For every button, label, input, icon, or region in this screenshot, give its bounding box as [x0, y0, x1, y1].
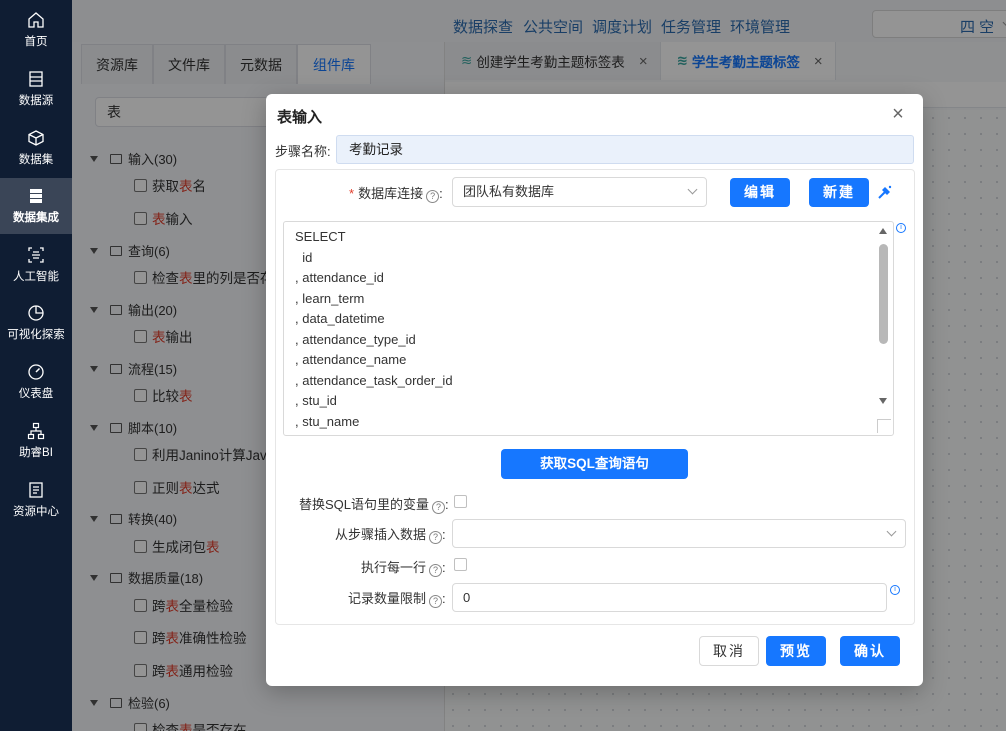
step-name-input[interactable]: 考勤记录 [336, 135, 914, 164]
scroll-thumb[interactable] [879, 244, 888, 344]
help-icon[interactable]: ? [429, 564, 443, 577]
exec-each-row-checkbox[interactable] [454, 558, 467, 571]
edit-button[interactable]: 编辑 [730, 178, 790, 207]
sql-line: , data_datetime [295, 311, 385, 326]
bi-icon [27, 422, 45, 440]
help-icon[interactable]: ? [432, 501, 446, 514]
db-conn-select[interactable]: 团队私有数据库 [452, 177, 707, 207]
left-nav: 首页 数据源 数据集 数据集成 人工智能 可视化探索 仪表盘 助睿BI 资源中心 [0, 0, 72, 731]
chevron-down-icon [886, 526, 897, 537]
nav-item-dataset[interactable]: 数据集 [0, 120, 72, 176]
sql-line: , learn_term [295, 291, 365, 306]
insert-from-step-select[interactable] [452, 519, 906, 548]
dataset-icon [28, 130, 44, 146]
help-icon[interactable]: ? [426, 190, 440, 203]
table-input-dialog: 表输入 × 步骤名称: 考勤记录 * 数据库连接?: 团队私有数据库 编辑 新建 … [266, 94, 923, 686]
nav-item-visual-explore[interactable]: 可视化探索 [0, 295, 72, 351]
nav-item-ai[interactable]: 人工智能 [0, 237, 72, 293]
nav-label: 数据集成 [13, 212, 59, 224]
scroll-down-icon[interactable] [879, 398, 887, 404]
info-icon[interactable]: i [890, 585, 900, 595]
get-sql-button[interactable]: 获取SQL查询语句 [501, 449, 688, 479]
nav-item-datasource[interactable]: 数据源 [0, 61, 72, 117]
integration-icon [30, 189, 42, 203]
dashboard-icon [28, 364, 44, 380]
sql-line: , stu_id [295, 393, 337, 408]
nav-item-resource-center[interactable]: 资源中心 [0, 472, 72, 528]
nav-item-bi[interactable]: 助睿BI [0, 413, 72, 469]
sql-line: , attendance_id [295, 270, 384, 285]
sql-editor[interactable]: SELECT id , attendance_id , learn_term ,… [283, 221, 894, 436]
nav-label: 资源中心 [13, 506, 59, 518]
sql-line: , stu_name [295, 414, 360, 429]
nav-label: 数据集 [18, 154, 54, 166]
step-name-label: 步骤名称: [275, 144, 331, 159]
replace-vars-checkbox[interactable] [454, 495, 467, 508]
nav-label: 仪表盘 [18, 388, 54, 400]
new-button[interactable]: 新建 [809, 178, 869, 207]
nav-item-integration[interactable]: 数据集成 [0, 178, 72, 234]
wizard-icon[interactable] [877, 184, 893, 200]
resize-handle-icon[interactable] [877, 419, 891, 433]
ai-icon [28, 247, 44, 263]
help-icon[interactable]: ? [429, 595, 443, 608]
replace-vars-label: 替换SQL语句里的变量?: [299, 497, 449, 514]
db-conn-label: * 数据库连接?: [349, 186, 443, 203]
visual-explore-icon [28, 305, 44, 321]
sql-line: id [295, 250, 313, 265]
sql-line: , attendance_name [295, 352, 407, 367]
sql-line: , attendance_type_id [295, 332, 416, 347]
cancel-button[interactable]: 取消 [699, 636, 759, 666]
preview-button[interactable]: 预览 [766, 636, 826, 666]
close-icon[interactable]: × [888, 104, 908, 124]
limit-label: 记录数量限制?: [348, 591, 446, 608]
home-icon [28, 12, 44, 28]
chevron-down-icon [687, 184, 698, 195]
nav-item-home[interactable]: 首页 [0, 2, 72, 58]
nav-label: 数据源 [18, 95, 54, 107]
nav-label: 首页 [24, 36, 48, 48]
nav-label: 助睿BI [19, 447, 53, 459]
nav-item-dashboard[interactable]: 仪表盘 [0, 354, 72, 410]
datasource-icon [29, 71, 43, 87]
insert-from-step-label: 从步骤插入数据?: [335, 527, 446, 544]
exec-each-row-label: 执行每一行?: [361, 560, 446, 577]
help-icon[interactable]: ? [429, 531, 443, 544]
dialog-title: 表输入 [277, 109, 323, 126]
limit-input[interactable]: 0 [452, 583, 887, 612]
sql-line: SELECT [295, 229, 346, 244]
required-mark: * [349, 186, 355, 201]
nav-label: 可视化探索 [7, 329, 65, 341]
sql-line: , attendance_task_order_id [295, 373, 453, 388]
resource-center-icon [29, 482, 43, 498]
confirm-button[interactable]: 确认 [840, 636, 900, 666]
info-icon[interactable]: i [896, 223, 906, 233]
scroll-up-icon[interactable] [879, 228, 887, 234]
nav-label: 人工智能 [13, 271, 59, 283]
